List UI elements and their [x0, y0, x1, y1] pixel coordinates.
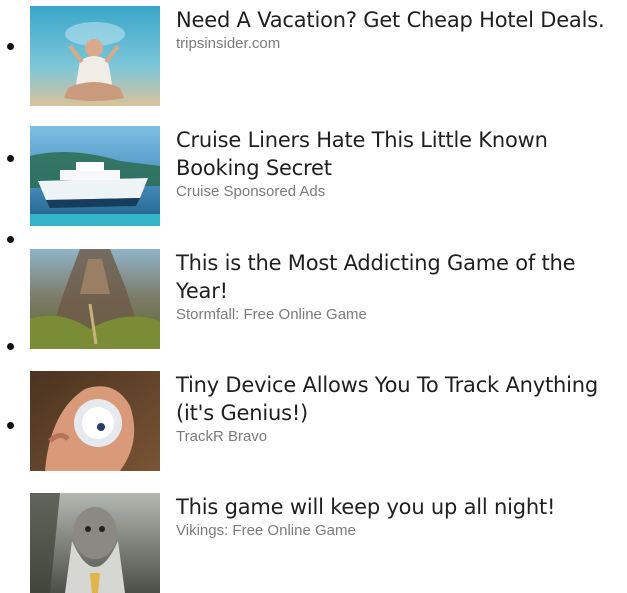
ad-headline[interactable]: This is the Most Addicting Game of the Y… — [176, 249, 627, 305]
list-bullet — [7, 343, 14, 350]
yoga-pose-photo — [30, 6, 160, 106]
ad-headline[interactable]: Tiny Device Allows You To Track Anything… — [176, 371, 627, 427]
ad-thumbnail[interactable] — [30, 6, 160, 106]
ad-thumbnail[interactable] — [30, 493, 160, 593]
ad-source[interactable]: Stormfall: Free Online Game — [176, 305, 627, 324]
list-bullet — [7, 422, 14, 429]
ad-thumbnail[interactable] — [30, 126, 160, 226]
ad-item-cruise-secret[interactable]: Cruise Liners Hate This Little Known Boo… — [30, 126, 627, 226]
list-bullet — [7, 236, 14, 243]
ad-thumbnail[interactable] — [30, 249, 160, 349]
fantasy-landscape-art — [30, 249, 160, 349]
ad-source[interactable]: TrackR Bravo — [176, 427, 627, 446]
ad-headline[interactable]: Need A Vacation? Get Cheap Hotel Deals. — [176, 6, 627, 34]
ad-text: Need A Vacation? Get Cheap Hotel Deals. … — [176, 6, 627, 53]
hand-holding-tracker-photo — [30, 371, 160, 471]
ad-item-addicting-game[interactable]: This is the Most Addicting Game of the Y… — [30, 249, 627, 349]
list-bullet — [7, 155, 14, 162]
ad-text: This game will keep you up all night! Vi… — [176, 493, 627, 540]
ad-item-hotel-deals[interactable]: Need A Vacation? Get Cheap Hotel Deals. … — [30, 6, 627, 106]
ad-source[interactable]: Cruise Sponsored Ads — [176, 182, 627, 201]
cruise-ship-photo — [30, 126, 160, 226]
ad-headline[interactable]: This game will keep you up all night! — [176, 493, 627, 521]
ad-source[interactable]: Vikings: Free Online Game — [176, 521, 627, 540]
viking-warrior-art — [30, 493, 160, 593]
ad-text: Tiny Device Allows You To Track Anything… — [176, 371, 627, 446]
ad-item-tracker-device[interactable]: Tiny Device Allows You To Track Anything… — [30, 371, 627, 471]
ad-text: Cruise Liners Hate This Little Known Boo… — [176, 126, 627, 201]
ad-text: This is the Most Addicting Game of the Y… — [176, 249, 627, 324]
ad-thumbnail[interactable] — [30, 371, 160, 471]
sponsored-ad-list: Need A Vacation? Get Cheap Hotel Deals. … — [0, 0, 627, 593]
ad-headline[interactable]: Cruise Liners Hate This Little Known Boo… — [176, 126, 627, 182]
list-bullet — [7, 43, 14, 50]
ad-source[interactable]: tripsinsider.com — [176, 34, 627, 53]
ad-item-vikings-game[interactable]: This game will keep you up all night! Vi… — [30, 493, 627, 593]
